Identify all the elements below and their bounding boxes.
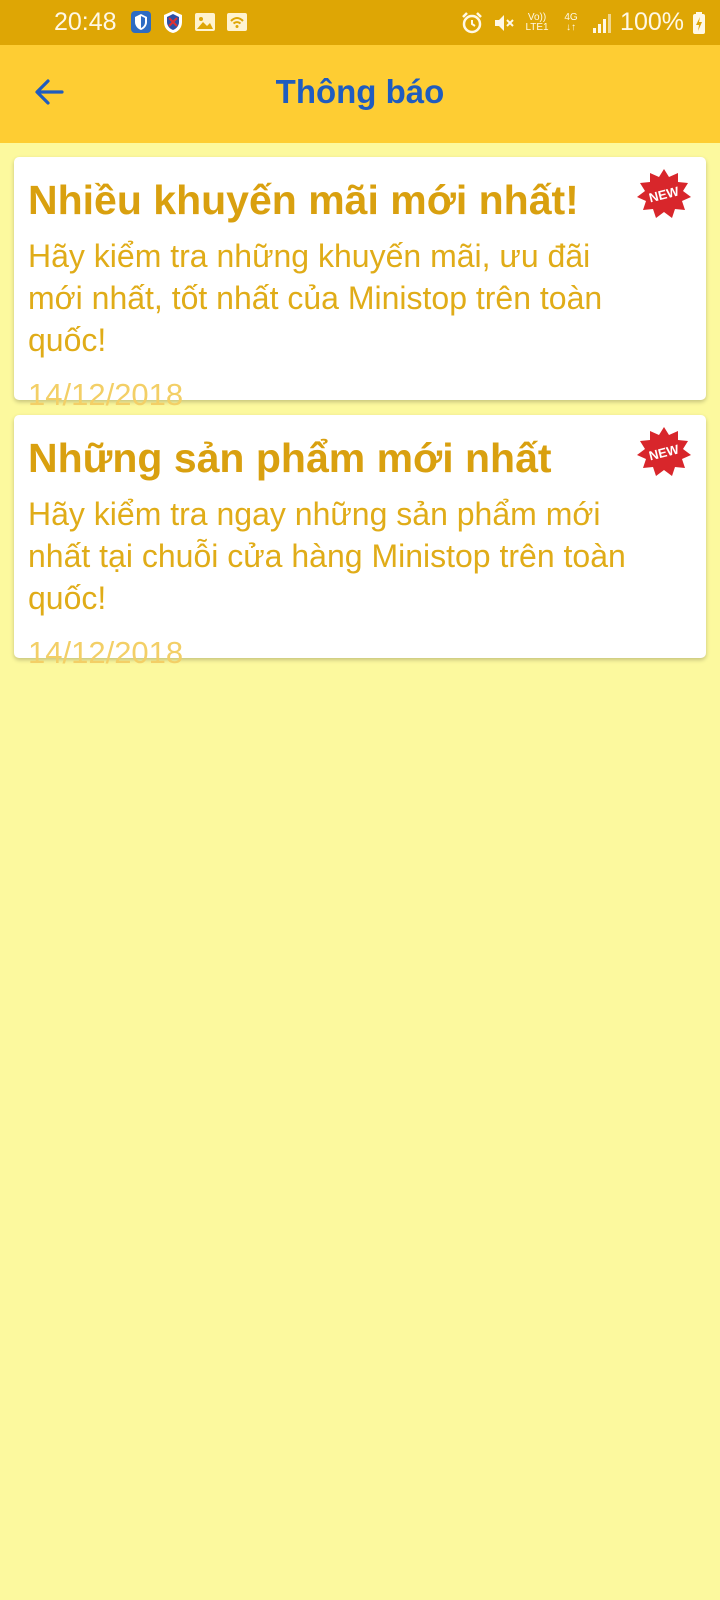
status-bar: 20:48 Vo)) LTE1 4G ↓↑ 100%	[0, 0, 720, 45]
page-title: Thông báo	[275, 73, 445, 110]
image-icon	[195, 13, 215, 31]
4g-icon: 4G ↓↑	[558, 11, 584, 33]
new-badge-icon: NEW	[637, 169, 691, 218]
status-left-icons	[130, 10, 248, 34]
notification-list: Nhiều khuyến mãi mới nhất! Hãy kiểm tra …	[14, 157, 706, 673]
shield-alert-icon	[164, 11, 182, 33]
volte-label: Vo))	[527, 11, 547, 23]
alarm-icon	[462, 11, 482, 33]
new-badge-icon: NEW	[637, 427, 691, 476]
mute-icon	[495, 14, 514, 31]
notification-date: 14/12/2018	[28, 377, 184, 412]
lte-label: LTE1	[525, 21, 549, 33]
notification-card[interactable]: Những sản phẩm mới nhất Hãy kiểm tra nga…	[14, 415, 706, 670]
4g-label: 4G	[564, 11, 578, 23]
notification-body: Hãy kiểm tra những khuyến mãi, ưu đãi mớ…	[28, 238, 603, 358]
volte-icon: Vo)) LTE1	[524, 11, 550, 33]
notification-card[interactable]: Nhiều khuyến mãi mới nhất! Hãy kiểm tra …	[14, 157, 706, 412]
app-bar: Thông báo	[0, 45, 720, 143]
battery-percent: 100%	[620, 8, 684, 36]
shield-check-icon	[131, 11, 151, 33]
status-right-icons: Vo)) LTE1 4G ↓↑ 100%	[460, 8, 706, 37]
status-time: 20:48	[54, 8, 117, 36]
signal-icon	[593, 13, 612, 33]
notification-body: Hãy kiểm tra ngay những sản phẩm mới nhấ…	[28, 496, 626, 616]
notification-title: Nhiều khuyến mãi mới nhất!	[28, 177, 579, 223]
wifi-icon	[227, 13, 247, 31]
notification-title: Những sản phẩm mới nhất	[28, 435, 552, 481]
battery-charging-icon	[693, 11, 705, 34]
notification-date: 14/12/2018	[28, 635, 184, 670]
data-arrows-label: ↓↑	[566, 21, 577, 33]
